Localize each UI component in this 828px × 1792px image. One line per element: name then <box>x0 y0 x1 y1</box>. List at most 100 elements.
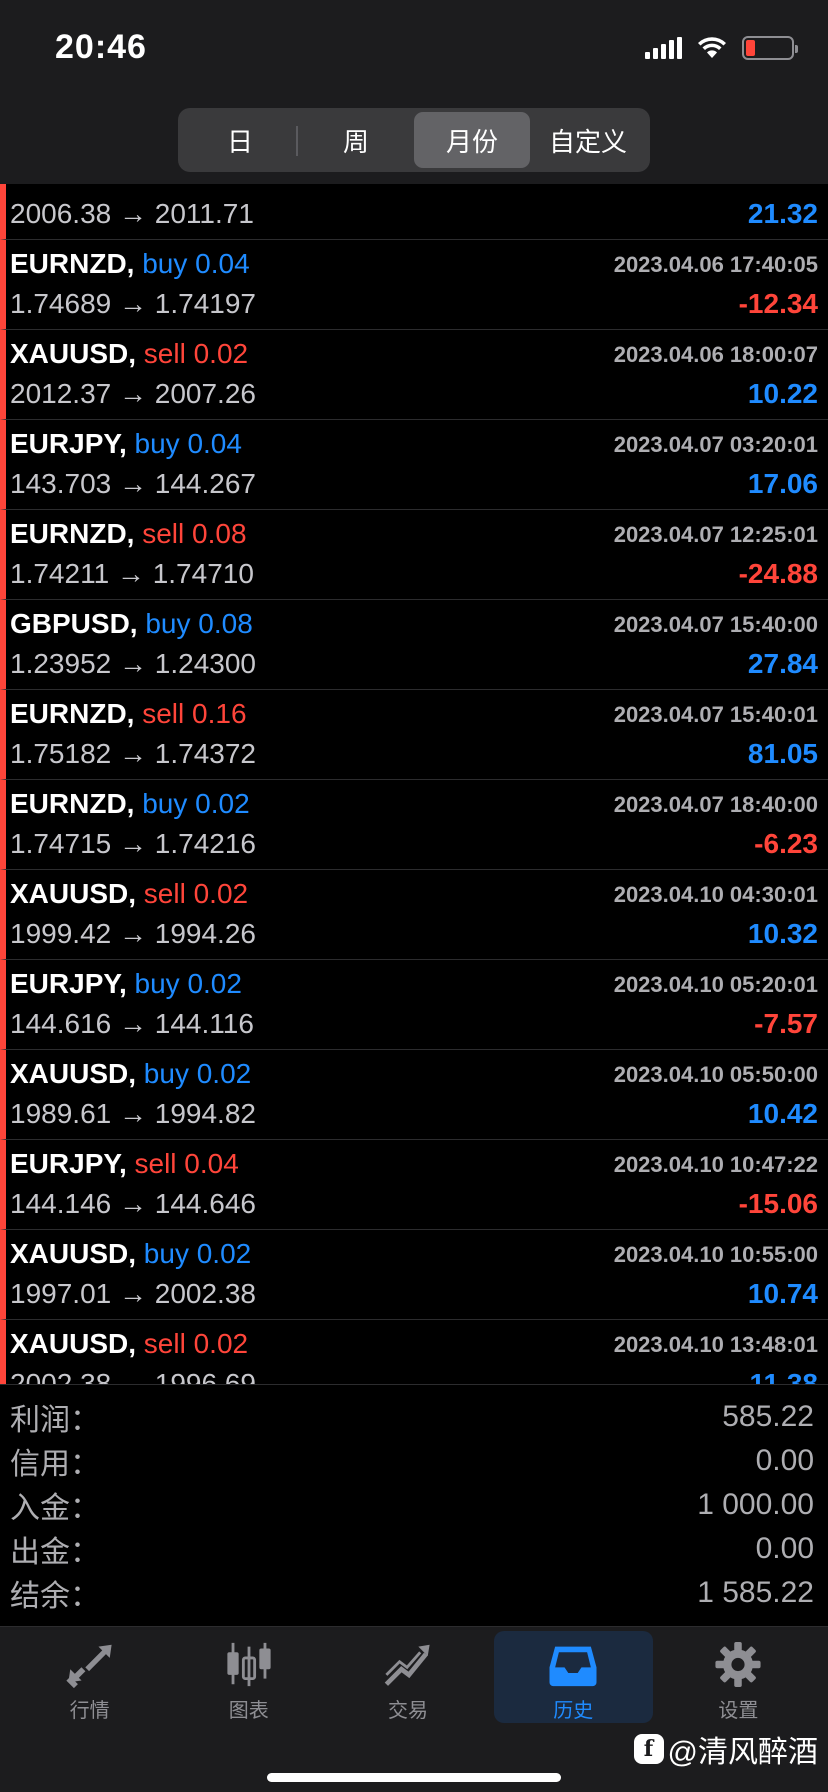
deal-time: 2023.04.10 10:47:22 <box>613 1152 818 1177</box>
deal-prices: 2002.38 → 1996.69 <box>10 1368 256 1384</box>
deal-prices: 2006.38 → 2011.71 <box>10 198 254 229</box>
deal-prices: 1.74211 → 1.74710 <box>10 558 254 589</box>
deal-prices: 1999.42 → 1994.26 <box>10 918 256 949</box>
tab-charts[interactable]: 图表 <box>169 1631 328 1723</box>
deal-symbol-line: XAUUSD, sell 0.02 <box>10 338 248 370</box>
deal-profit: -12.34 <box>738 288 818 319</box>
deal-profit: -24.88 <box>738 558 818 589</box>
deal-volume: 0.02 <box>193 878 249 909</box>
deal-row[interactable]: EURNZD, sell 0.08 2023.04.07 12:25:01 1.74… <box>0 510 828 600</box>
deal-symbol-line: EURJPY, sell 0.04 <box>10 1148 239 1180</box>
deal-volume: 0.04 <box>195 248 250 279</box>
deal-symbol-line: XAUUSD, buy 0.02 <box>10 1058 251 1090</box>
deal-row[interactable]: XAUUSD, sell 0.02 2023.04.06 18:00:07 2012… <box>0 330 828 420</box>
summary-value: 1 585.22 <box>697 1576 814 1609</box>
segment-month[interactable]: 月份 <box>414 112 530 168</box>
summary-value: 0.00 <box>755 1532 814 1565</box>
deal-row[interactable]: GBPUSD, buy 0.08 2023.04.07 15:40:00 1.239… <box>0 600 828 690</box>
summary-row: 入金： 1 000.00 <box>0 1483 828 1527</box>
deal-volume: 0.08 <box>192 518 247 549</box>
candlestick-icon <box>227 1642 271 1687</box>
deal-side: sell <box>142 698 185 729</box>
deal-symbol: XAUUSD, <box>10 1328 137 1359</box>
deal-prices: 144.616 → 144.116 <box>10 1008 254 1039</box>
deal-volume: 0.02 <box>193 1328 249 1359</box>
segment-day[interactable]: 日 <box>182 112 298 168</box>
deal-side: buy <box>142 788 188 819</box>
deal-symbol: XAUUSD, <box>10 1058 137 1089</box>
segment-custom[interactable]: 自定义 <box>530 112 646 168</box>
tab-trade[interactable]: 交易 <box>328 1631 487 1723</box>
status-icons <box>645 36 798 60</box>
deal-row[interactable]: EURNZD, buy 0.02 2023.04.07 18:40:00 1.747… <box>0 780 828 870</box>
deal-symbol: EURNZD, <box>10 248 135 279</box>
deal-time: 2023.04.07 12:25:01 <box>613 522 818 547</box>
summary-label: 结余： <box>10 1580 100 1613</box>
deal-symbol: XAUUSD, <box>10 1238 137 1269</box>
deal-volume: 0.02 <box>196 1058 252 1089</box>
tab-bar: 行情 图表 交易 历史 设置 f @清风醉酒 <box>0 1626 828 1792</box>
deal-prices: 1.74715 → 1.74216 <box>10 828 256 859</box>
summary-label: 出金： <box>10 1536 100 1569</box>
status-time: 20:46 <box>55 28 147 66</box>
summary-label: 入金： <box>10 1492 100 1525</box>
deal-profit: -6.23 <box>754 828 818 859</box>
deal-volume: 0.02 <box>187 968 242 999</box>
deal-time: 2023.04.10 05:20:01 <box>613 972 818 997</box>
deal-symbol-line: EURJPY, buy 0.04 <box>10 428 242 460</box>
deal-symbol-line: EURNZD, sell 0.08 <box>10 518 247 550</box>
deal-profit: 27.84 <box>747 648 818 679</box>
deal-volume: 0.04 <box>184 1148 239 1179</box>
segment-week[interactable]: 周 <box>298 112 414 168</box>
summary-value: 0.00 <box>755 1444 814 1477</box>
deal-profit: 10.32 <box>747 918 818 949</box>
deal-symbol-line: XAUUSD, sell 0.02 <box>10 1328 248 1360</box>
deal-symbol: EURJPY, <box>10 428 127 459</box>
watermark-text: @清风醉酒 <box>667 1736 818 1769</box>
deal-time: 2023.04.10 05:50:00 <box>613 1062 818 1087</box>
tab-quotes[interactable]: 行情 <box>10 1631 169 1723</box>
deal-row[interactable]: EURNZD, sell 0.16 2023.04.07 15:40:01 1.75… <box>0 690 828 780</box>
deal-volume: 0.16 <box>192 698 247 729</box>
deal-side: buy <box>134 968 180 999</box>
deal-row[interactable]: XAUUSD, buy 0.02 2023.04.10 10:55:00 1997.… <box>0 1230 828 1320</box>
deal-profit: -7.57 <box>754 1008 818 1039</box>
deal-row[interactable]: EURJPY, sell 0.04 2023.04.10 10:47:22 144.… <box>0 1140 828 1230</box>
deal-profit: 11.38 <box>749 1368 818 1384</box>
deal-symbol: EURJPY, <box>10 968 127 999</box>
deal-volume: 0.04 <box>187 428 242 459</box>
deal-prices: 1989.61 → 1994.82 <box>10 1098 256 1129</box>
deal-symbol: EURNZD, <box>10 788 135 819</box>
deal-prices: 1.74689 → 1.74197 <box>10 288 256 319</box>
period-segmented-control: 日 周 月份 自定义 <box>178 108 650 172</box>
tab-settings[interactable]: 设置 <box>659 1631 818 1723</box>
deal-profit: 21.32 <box>747 198 818 229</box>
deal-time: 2023.04.10 04:30:01 <box>613 882 818 907</box>
deal-row[interactable]: XAUUSD, sell 0.02 2023.04.10 13:48:01 2002… <box>0 1320 828 1384</box>
deal-profit: 81.05 <box>747 738 818 769</box>
deal-side: buy <box>143 1238 189 1269</box>
tab-history[interactable]: 历史 <box>493 1631 653 1723</box>
deal-row[interactable]: XAUUSD, sell 0.02 2023.04.10 04:30:01 1999… <box>0 870 828 960</box>
deal-volume: 0.02 <box>193 338 249 369</box>
deal-row[interactable]: 2006.38 → 2011.71 21.32 <box>0 184 828 240</box>
summary-value: 585.22 <box>722 1400 814 1433</box>
home-indicator[interactable] <box>267 1773 561 1782</box>
watermark: f @清风醉酒 <box>633 1727 818 1771</box>
deal-side: sell <box>134 1148 177 1179</box>
deal-row[interactable]: EURNZD, buy 0.04 2023.04.06 17:40:05 1.746… <box>0 240 828 330</box>
deal-symbol-line: XAUUSD, sell 0.02 <box>10 878 248 910</box>
summary-label: 利润： <box>10 1404 100 1437</box>
deal-time: 2023.04.07 03:20:01 <box>613 432 818 457</box>
deal-prices: 143.703 → 144.267 <box>10 468 256 499</box>
deal-row[interactable]: XAUUSD, buy 0.02 2023.04.10 05:50:00 1989.… <box>0 1050 828 1140</box>
deal-time: 2023.04.07 15:40:00 <box>613 612 818 637</box>
deal-row[interactable]: EURJPY, buy 0.02 2023.04.10 05:20:01 144.6… <box>0 960 828 1050</box>
deal-volume: 0.08 <box>198 608 253 639</box>
deals-list[interactable]: 2006.38 → 2011.71 21.32 EURNZD, buy 0.04 20… <box>0 184 828 1384</box>
deal-symbol-line: GBPUSD, buy 0.08 <box>10 608 253 640</box>
history-inbox-icon <box>549 1646 597 1687</box>
deal-volume: 0.02 <box>195 788 250 819</box>
deal-row[interactable]: EURJPY, buy 0.04 2023.04.07 03:20:01 143.7… <box>0 420 828 510</box>
battery-icon <box>742 36 798 60</box>
